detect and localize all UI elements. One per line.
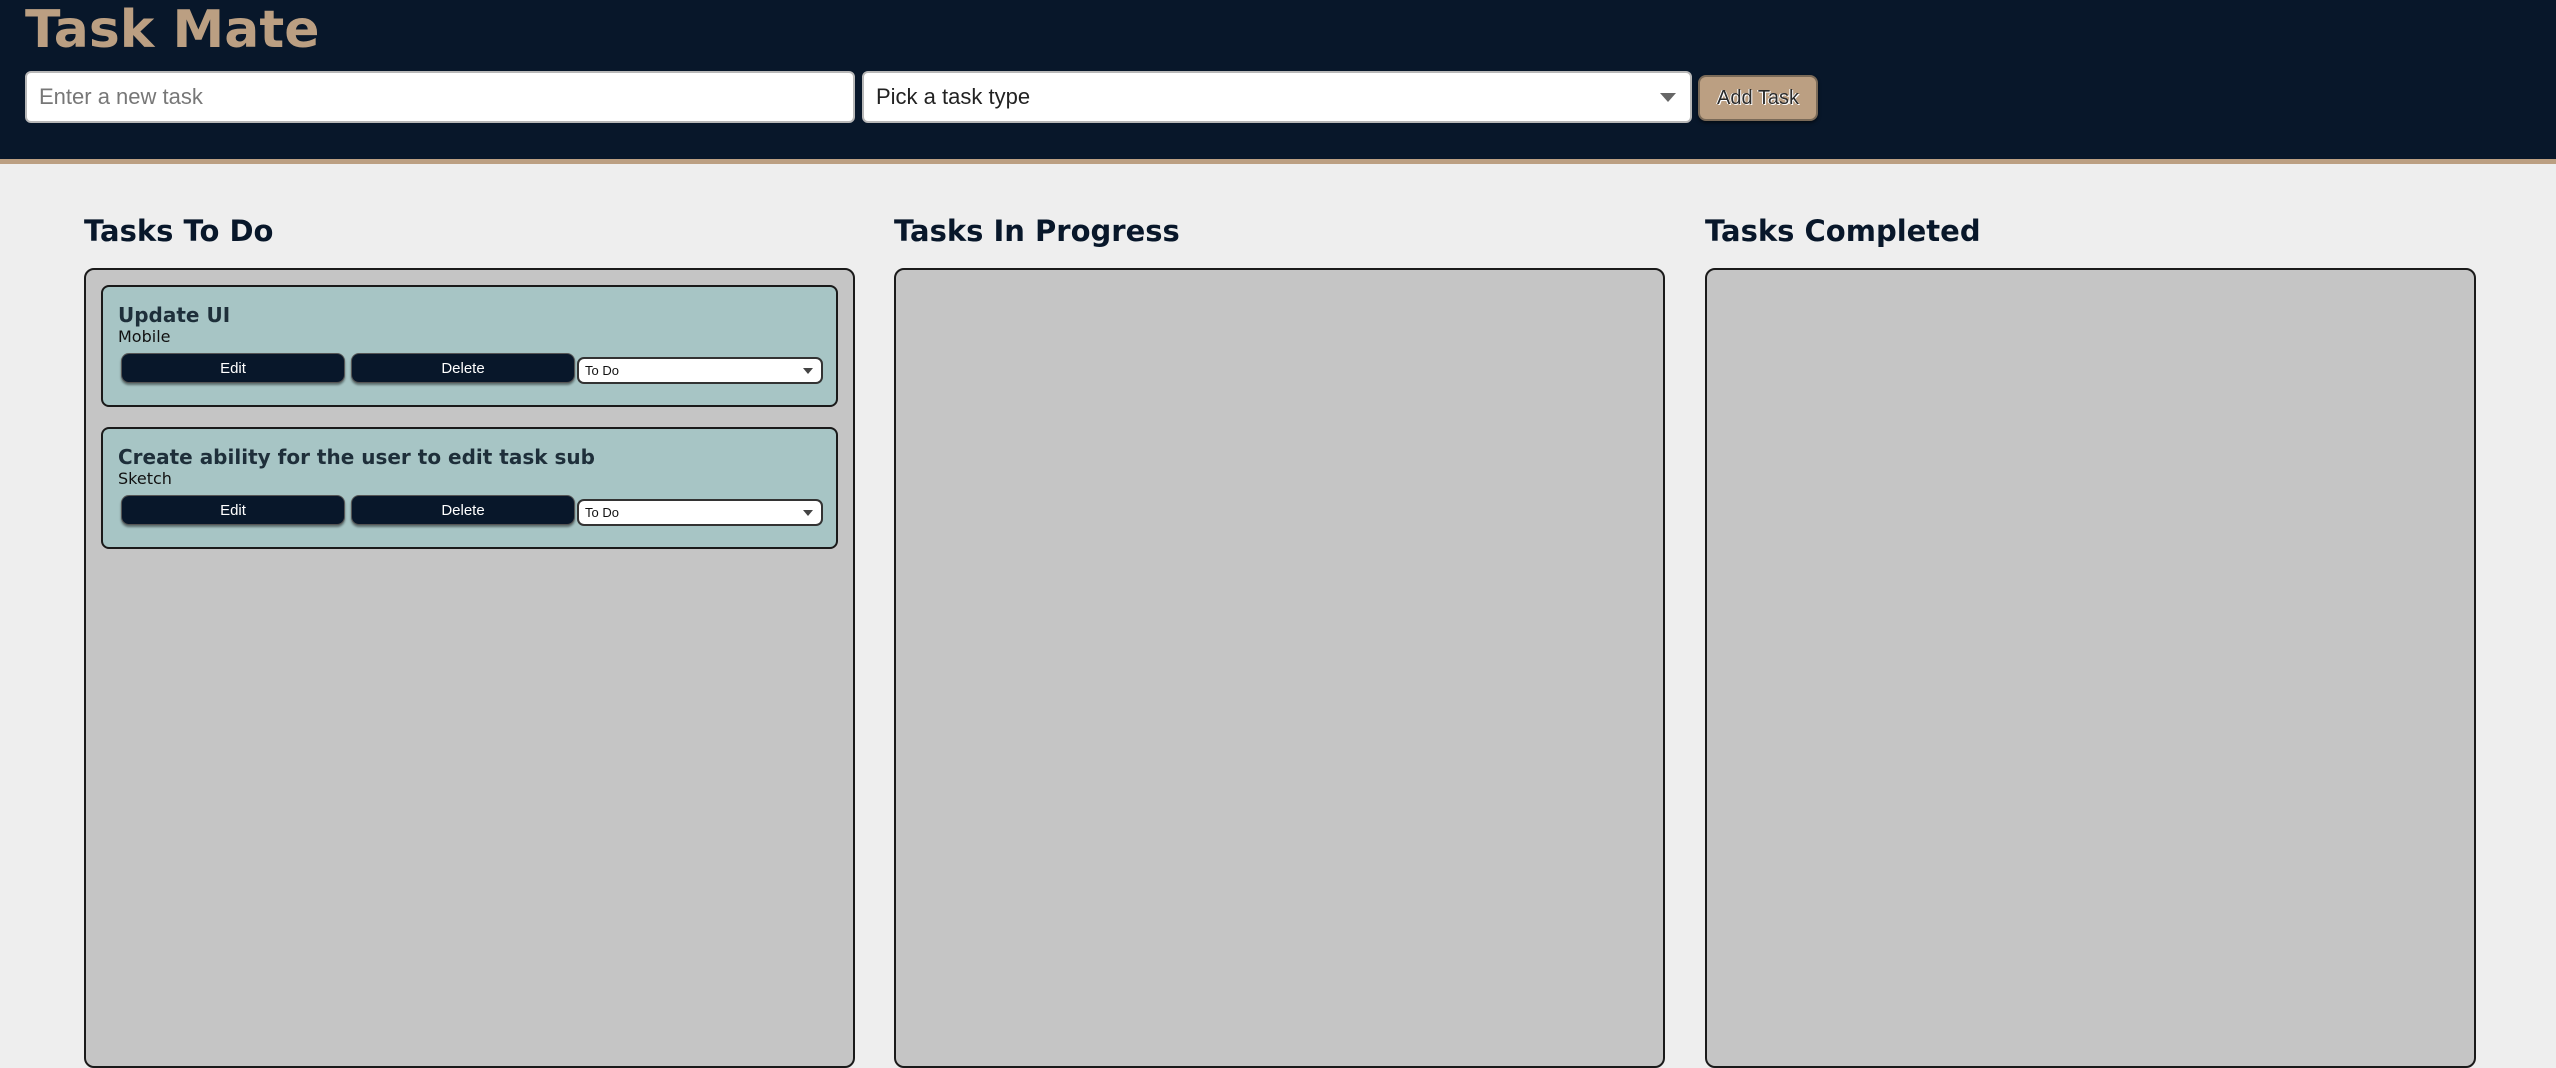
task-type: Mobile [118,327,171,346]
add-task-button[interactable]: Add Task [1698,75,1818,121]
task-title: Update UI [118,303,231,327]
app-header: Task Mate Pick a task type Add Task [0,0,2556,164]
caret-down-icon [803,368,813,374]
task-card: Update UI Mobile Edit Delete To Do [101,285,838,407]
task-status-value: To Do [585,505,619,520]
column-title-in-progress: Tasks In Progress [894,214,1180,248]
delete-task-button[interactable]: Delete [351,353,575,383]
column-panel-todo: Update UI Mobile Edit Delete To Do Creat… [84,268,855,1068]
task-type: Sketch [118,469,172,488]
caret-down-icon [803,510,813,516]
task-status-value: To Do [585,363,619,378]
task-title: Create ability for the user to edit task… [118,445,595,469]
edit-task-button[interactable]: Edit [121,353,345,383]
app-title: Task Mate [25,0,320,60]
new-task-input[interactable] [25,71,855,123]
task-card: Create ability for the user to edit task… [101,427,838,549]
column-panel-completed [1705,268,2476,1068]
column-title-todo: Tasks To Do [84,214,274,248]
task-type-select-value: Pick a task type [876,84,1031,109]
task-status-select[interactable]: To Do [577,499,823,526]
task-type-select[interactable]: Pick a task type [862,71,1692,123]
column-title-completed: Tasks Completed [1705,214,1981,248]
column-panel-in-progress [894,268,1665,1068]
delete-task-button[interactable]: Delete [351,495,575,525]
task-status-select[interactable]: To Do [577,357,823,384]
caret-down-icon [1660,93,1676,102]
edit-task-button[interactable]: Edit [121,495,345,525]
